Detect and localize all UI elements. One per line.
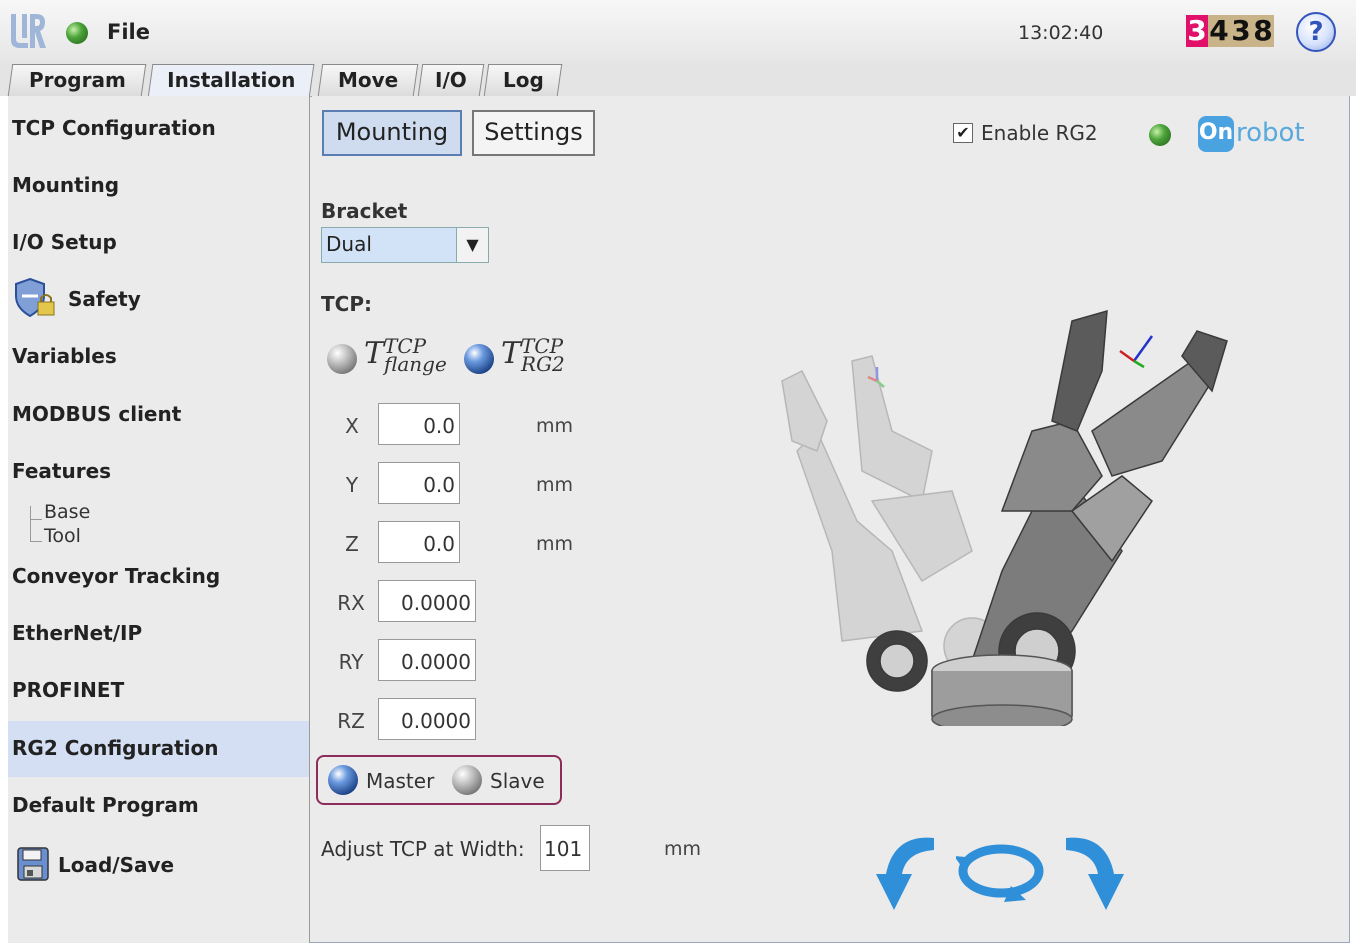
tcp-flange-radio[interactable] [327, 344, 357, 374]
tab-label: Move [337, 68, 399, 92]
role-radio-group: Master Slave [316, 755, 562, 805]
sidebar-item-mounting[interactable]: Mounting [12, 173, 119, 197]
tab-installation[interactable]: Installation [147, 64, 315, 98]
subtab-settings[interactable]: Settings [472, 110, 595, 156]
rz-label: RZ [337, 709, 365, 733]
clock: 13:02:40 [1018, 22, 1104, 44]
bracket-selected-value: Dual [326, 232, 372, 256]
adjust-tcp-label: Adjust TCP at Width: [321, 837, 525, 861]
slave-radio[interactable] [452, 765, 482, 795]
enable-rg2-label: Enable RG2 [981, 121, 1098, 145]
onrobot-mark: On [1198, 116, 1234, 152]
enable-rg2-checkbox[interactable]: ✔ [953, 123, 973, 143]
tcp-flange-option[interactable]: T TCP flange [364, 336, 447, 376]
subtab-mounting[interactable]: Mounting [322, 110, 462, 156]
x-label: X [345, 414, 359, 438]
sidebar-item-rg2-configuration[interactable]: RG2 Configuration [12, 736, 218, 760]
x-input[interactable]: 0.0 [378, 403, 460, 445]
tcp-subscript: RG2 [521, 352, 565, 376]
help-button[interactable]: ? [1296, 12, 1336, 52]
sidebar-item-label: Safety [68, 287, 141, 311]
tcp-label: TCP: [321, 292, 372, 316]
master-radio[interactable] [328, 765, 358, 795]
sidebar-subitem-tool[interactable]: Tool [44, 525, 81, 547]
z-unit: mm [536, 533, 574, 555]
sidebar-item-label: Load/Save [58, 853, 175, 877]
tree-connector [30, 506, 42, 542]
gripper-3d-view[interactable] [772, 301, 1232, 726]
ry-label: RY [338, 650, 364, 674]
onrobot-logo: On robot [1198, 116, 1308, 156]
x-unit: mm [536, 415, 574, 437]
rx-input[interactable]: 0.0000 [378, 580, 476, 622]
shield-lock-icon [15, 277, 55, 318]
rotate-left-icon[interactable] [872, 826, 952, 916]
tcp-rg2-radio[interactable] [464, 344, 494, 374]
robot-status-indicator [66, 22, 88, 44]
tree-connector [30, 519, 42, 520]
sidebar-item-profinet[interactable]: PROFINET [12, 678, 124, 702]
installation-sidebar: TCP Configuration Mounting I/O Setup Saf… [8, 96, 310, 943]
y-label: Y [345, 473, 359, 497]
tab-move[interactable]: Move [317, 64, 419, 96]
y-input[interactable]: 0.0 [378, 462, 460, 504]
sidebar-item-io-setup[interactable]: I/O Setup [12, 230, 117, 254]
rx-label: RX [337, 591, 365, 615]
chevron-down-icon[interactable]: ▼ [456, 228, 488, 262]
counter-digit: 8 [1252, 14, 1274, 47]
onrobot-wordmark: robot [1236, 118, 1305, 148]
tcp-symbol: T [501, 336, 522, 371]
tcp-rg2-option[interactable]: T TCP RG2 [501, 336, 565, 376]
tab-label: Program [28, 68, 126, 92]
ur-logo-icon [11, 14, 46, 48]
ry-input[interactable]: 0.0000 [378, 639, 476, 681]
main-tabs: Program Installation Move I/O Log [0, 62, 1356, 98]
top-bar: File 13:02:40 3 4 3 8 ? [0, 0, 1356, 62]
tcp-symbol: T [364, 336, 385, 371]
sidebar-item-ethernet-ip[interactable]: EtherNet/IP [12, 621, 142, 645]
counter-digit: 3 [1230, 14, 1252, 47]
z-input[interactable]: 0.0 [378, 521, 460, 563]
tcp-subscript: flange [384, 352, 447, 376]
sidebar-item-tcp-configuration[interactable]: TCP Configuration [12, 116, 216, 140]
view-rotation-controls [872, 826, 1132, 916]
file-menu[interactable]: File [107, 20, 150, 44]
counter-digit: 4 [1208, 14, 1230, 47]
tab-io[interactable]: I/O [417, 64, 485, 96]
adjust-tcp-width-input[interactable]: 101 [540, 825, 590, 871]
floppy-disk-icon [17, 847, 49, 881]
rg2-status-indicator [1149, 124, 1171, 146]
counter-digit: 3 [1186, 14, 1208, 47]
rotate-right-icon[interactable] [1048, 826, 1128, 916]
rg2-configuration-panel: Mounting Settings ✔ Enable RG2 On robot … [312, 96, 1349, 942]
tab-label: I/O [435, 68, 467, 92]
serial-counter: 3 4 3 8 [1186, 15, 1274, 47]
sidebar-item-features[interactable]: Features [12, 459, 111, 483]
slave-label[interactable]: Slave [490, 769, 545, 793]
sidebar-item-variables[interactable]: Variables [12, 344, 117, 368]
tab-label: Installation [167, 68, 296, 92]
rotate-around-icon[interactable] [956, 826, 1046, 916]
master-label[interactable]: Master [366, 769, 434, 793]
tab-log[interactable]: Log [483, 64, 563, 96]
z-label: Z [345, 532, 359, 556]
sidebar-subitem-base[interactable]: Base [44, 501, 90, 523]
y-unit: mm [536, 474, 574, 496]
sidebar-item-modbus-client[interactable]: MODBUS client [12, 402, 181, 426]
sidebar-item-default-program[interactable]: Default Program [12, 793, 199, 817]
tab-program[interactable]: Program [7, 64, 147, 96]
bracket-label: Bracket [321, 199, 408, 223]
adjust-tcp-unit: mm [664, 838, 702, 860]
sidebar-item-conveyor-tracking[interactable]: Conveyor Tracking [12, 564, 220, 588]
rz-input[interactable]: 0.0000 [378, 698, 476, 740]
bracket-dropdown[interactable]: Dual ▼ [321, 227, 489, 263]
tab-label: Log [502, 68, 544, 92]
